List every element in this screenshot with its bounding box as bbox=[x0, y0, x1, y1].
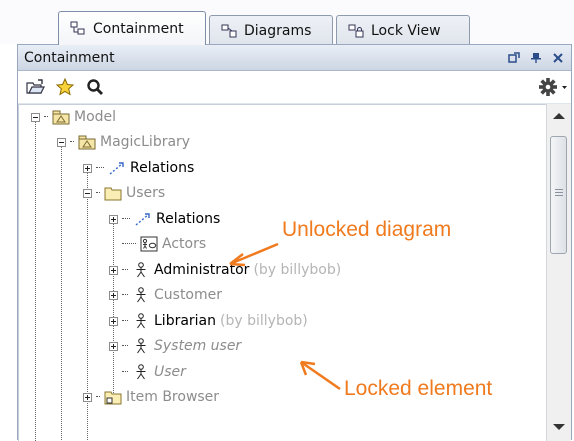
tree-node-system-user[interactable]: System user bbox=[109, 334, 241, 358]
tree-node-user[interactable]: User bbox=[109, 360, 186, 384]
tree-node-administrator[interactable]: Administrator (by billybob) bbox=[109, 258, 341, 282]
scroll-up-arrow[interactable] bbox=[553, 113, 565, 119]
tree-connector bbox=[122, 294, 128, 296]
tree-connector bbox=[122, 243, 136, 245]
annotation-locked-element: Locked element bbox=[344, 377, 493, 400]
tree-node-label: Users bbox=[126, 185, 166, 201]
annotation-unlocked-diagram: Unlocked diagram bbox=[282, 218, 452, 241]
actor-icon bbox=[136, 364, 146, 380]
folder-icon bbox=[104, 391, 122, 405]
tree-node-label: Relations bbox=[156, 211, 221, 227]
tree-connector bbox=[122, 269, 128, 271]
expand-toggle[interactable] bbox=[83, 163, 92, 173]
tree-scrollbar[interactable] bbox=[546, 104, 571, 441]
diagram-icon bbox=[140, 236, 158, 252]
tree-guide-line bbox=[35, 117, 36, 441]
collapse-toggle[interactable] bbox=[83, 188, 92, 198]
gear-icon[interactable] bbox=[537, 76, 571, 98]
tree-connector bbox=[44, 116, 48, 118]
open-folder-icon[interactable] bbox=[24, 76, 46, 98]
tree-connector bbox=[122, 371, 128, 373]
lock-view-icon bbox=[348, 24, 364, 37]
tree-node-label: Model bbox=[74, 109, 117, 125]
tree-node-item-browser[interactable]: Item Browser bbox=[83, 385, 219, 409]
tree-connector bbox=[96, 192, 100, 194]
expand-toggle[interactable] bbox=[83, 392, 92, 402]
search-icon[interactable] bbox=[84, 76, 106, 98]
expand-toggle[interactable] bbox=[109, 290, 118, 300]
tab-label: Diagrams bbox=[244, 22, 312, 39]
actor-icon bbox=[136, 287, 146, 303]
actor-icon bbox=[136, 313, 146, 329]
tree-node-users[interactable]: Users bbox=[83, 181, 165, 205]
tree-connector bbox=[122, 320, 128, 322]
scroll-thumb[interactable] bbox=[550, 136, 567, 254]
actor-icon bbox=[136, 262, 146, 278]
thumb-grip bbox=[555, 189, 563, 190]
panel-title: Containment bbox=[24, 49, 115, 66]
tab-label: Containment bbox=[93, 20, 184, 37]
tab-containment[interactable]: Containment bbox=[58, 11, 206, 45]
collapse-toggle[interactable] bbox=[31, 112, 40, 122]
tab-strip: Containment Diagrams Lock View bbox=[0, 0, 574, 45]
panel-header: Containment bbox=[18, 45, 571, 71]
tree-node-librarian[interactable]: Librarian (by billybob) bbox=[109, 309, 308, 333]
tree-node-label: Item Browser bbox=[126, 389, 220, 405]
tree-node-label: System user bbox=[154, 338, 242, 354]
panel-toolbar bbox=[18, 71, 571, 104]
tree-connector bbox=[96, 167, 104, 169]
undock-icon[interactable] bbox=[505, 49, 523, 67]
expand-toggle[interactable] bbox=[109, 316, 118, 326]
package-icon bbox=[78, 135, 96, 150]
package-icon bbox=[52, 110, 70, 125]
tree-node-label: Librarian bbox=[154, 313, 217, 329]
scroll-down-arrow[interactable] bbox=[553, 424, 565, 430]
tree-node-relations[interactable]: Relations bbox=[83, 156, 194, 180]
lock-owner-label: (by billybob) bbox=[253, 262, 342, 278]
tree-node-model[interactable]: Model bbox=[31, 105, 116, 129]
expand-toggle[interactable] bbox=[109, 214, 118, 224]
thumb-grip bbox=[555, 192, 563, 193]
actor-icon bbox=[136, 338, 146, 354]
tree-node-label: Actors bbox=[162, 236, 207, 252]
expand-toggle[interactable] bbox=[109, 341, 118, 351]
expand-toggle[interactable] bbox=[109, 265, 118, 275]
tree-node-label: Customer bbox=[154, 287, 223, 303]
pin-icon[interactable] bbox=[527, 49, 545, 67]
tree-connector bbox=[122, 345, 128, 347]
tree-guide-line bbox=[61, 142, 62, 441]
folder-icon bbox=[104, 187, 122, 201]
tree-node-label: Administrator bbox=[154, 262, 250, 278]
tab-diagrams[interactable]: Diagrams bbox=[209, 15, 333, 45]
tree-connector bbox=[70, 141, 74, 143]
tree-node-customer[interactable]: Customer bbox=[109, 283, 222, 307]
relation-icon bbox=[135, 213, 150, 226]
diagrams-icon bbox=[221, 24, 237, 37]
relation-icon bbox=[109, 162, 124, 175]
tree-node-label: MagicLibrary bbox=[100, 134, 191, 150]
tab-lock-view[interactable]: Lock View bbox=[336, 15, 470, 45]
tree-node-label: Relations bbox=[130, 160, 195, 176]
favorite-star-icon[interactable] bbox=[54, 76, 76, 98]
tree-node-magiclibrary[interactable]: MagicLibrary bbox=[57, 130, 190, 154]
collapse-toggle[interactable] bbox=[57, 137, 66, 147]
thumb-grip bbox=[555, 195, 563, 196]
tree-node-users-relations[interactable]: Relations bbox=[109, 207, 220, 231]
containment-tree-icon bbox=[70, 21, 85, 34]
close-icon[interactable] bbox=[549, 49, 567, 67]
tree-connector bbox=[122, 218, 130, 220]
tab-label: Lock View bbox=[371, 22, 441, 39]
tree-node-label: User bbox=[154, 364, 186, 380]
tree-node-actors-diagram[interactable]: Actors bbox=[109, 232, 206, 256]
lock-owner-label: (by billybob) bbox=[220, 313, 308, 329]
tree-connector bbox=[96, 396, 100, 398]
